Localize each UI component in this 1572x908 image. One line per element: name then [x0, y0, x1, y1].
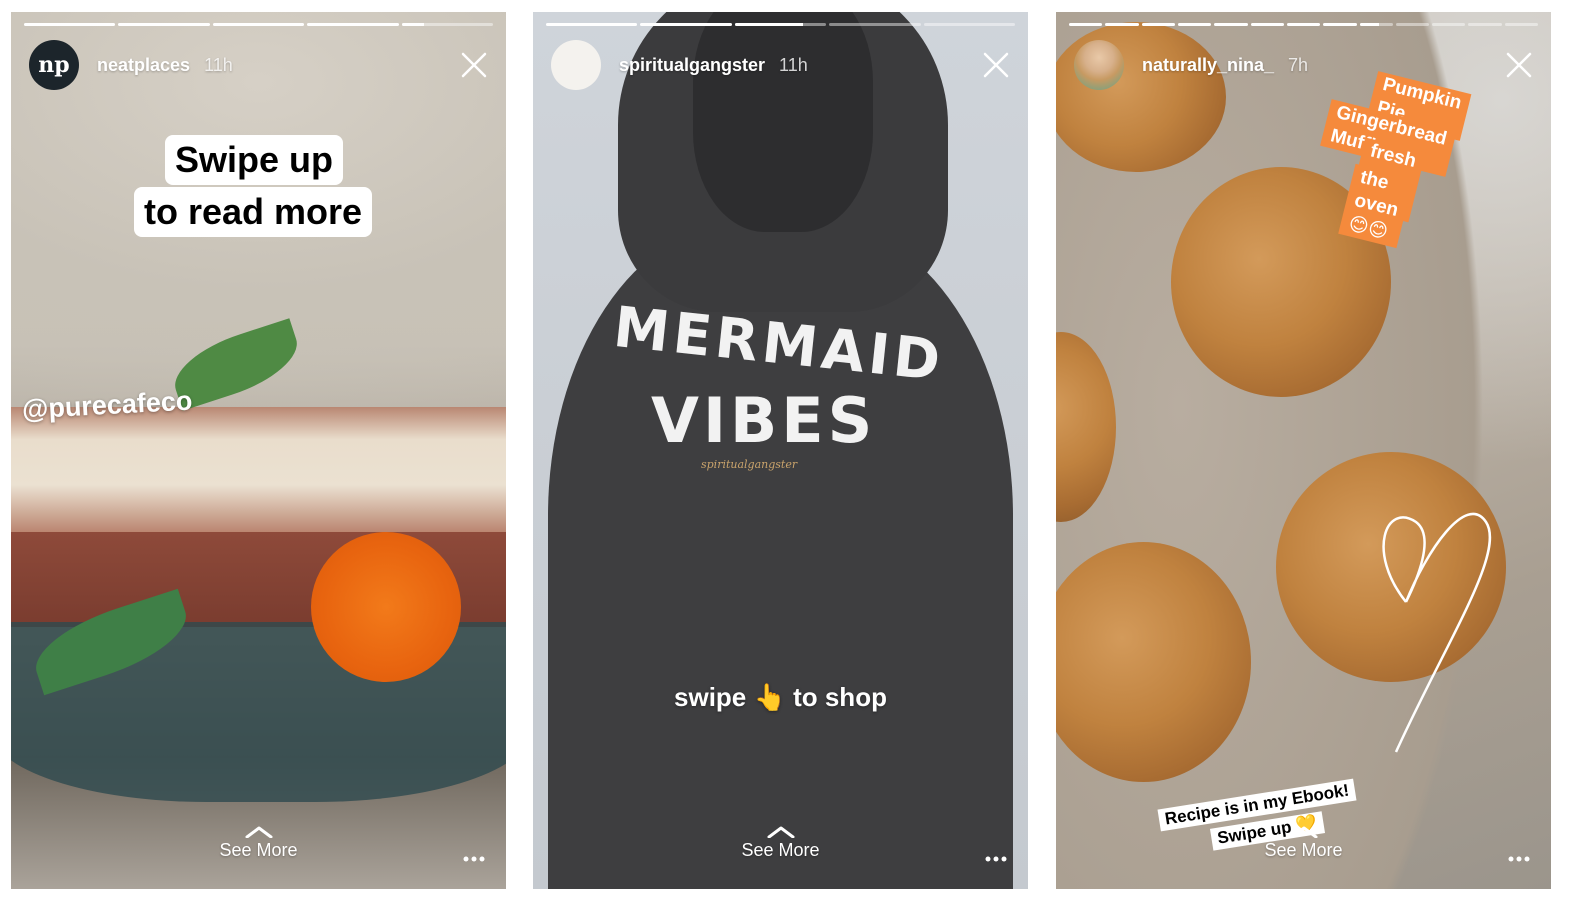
close-icon[interactable] [1503, 49, 1535, 81]
cake-image [11, 407, 506, 537]
progress-fill [401, 23, 425, 26]
progress-fill [640, 23, 732, 26]
progress-segment [1432, 23, 1466, 26]
progress-fill [1323, 23, 1357, 26]
story-card-spiritualgangster[interactable]: spiritualgangster 11h MERMAID VIBES spir… [533, 12, 1028, 889]
progress-segment [1395, 23, 1430, 26]
flower-image [311, 532, 461, 682]
progress-fill [212, 23, 305, 26]
chevron-up-icon [245, 826, 272, 838]
progress-fill [546, 23, 638, 26]
progress-segment [734, 23, 827, 26]
progress-fill [1250, 23, 1284, 26]
username[interactable]: naturally_nina_ [1142, 55, 1274, 76]
chevron-up-icon [767, 826, 794, 838]
caption-sticker-line2: to read more [134, 187, 373, 237]
see-more-label: See More [741, 840, 820, 860]
progress-fill [307, 23, 399, 26]
progress-fill [734, 23, 804, 26]
story-card-neatplaces[interactable]: np neatplaces 11h Swipe up to read more … [11, 12, 506, 889]
progress-segment [546, 23, 638, 26]
progress-segment [118, 23, 210, 26]
progress-segment [1359, 23, 1393, 26]
progress-fill [1214, 23, 1248, 26]
progress-fill [118, 23, 210, 26]
progress-fill [1141, 23, 1175, 26]
progress-fill [1359, 23, 1380, 26]
chevron-up-icon [1290, 826, 1317, 838]
avatar[interactable] [551, 40, 601, 90]
progress-fill [1286, 23, 1321, 26]
timestamp: 11h [204, 54, 233, 75]
story-header: naturally_nina_ 7h [1074, 39, 1535, 91]
see-more-button[interactable]: See More [1056, 826, 1551, 861]
progress-segment [24, 23, 116, 26]
progress-segment [401, 23, 494, 26]
signature-logo: spiritualgangster [701, 458, 798, 471]
progress-segment [1177, 23, 1212, 26]
progress-fill [1177, 23, 1212, 26]
see-more-button[interactable]: See More [533, 826, 1028, 861]
progress-segment [923, 23, 1016, 26]
story-card-naturally-nina[interactable]: naturally_nina_ 7h Pumpkin Pie Gingerbre… [1056, 12, 1551, 889]
caption-sticker-line1: Swipe up [165, 135, 344, 185]
progress-fill [24, 23, 116, 26]
see-more-button[interactable]: See More [11, 826, 506, 861]
close-icon[interactable] [458, 49, 490, 81]
more-options-icon[interactable] [984, 855, 1008, 863]
print-text-line2: VIBES [651, 384, 877, 457]
timestamp: 11h [779, 54, 808, 75]
avatar[interactable]: np [29, 40, 79, 90]
progress-segment [1214, 23, 1248, 26]
progress-segment [1069, 23, 1103, 26]
close-icon[interactable] [980, 49, 1012, 81]
progress-segment [829, 23, 921, 26]
progress-fill [1069, 23, 1103, 26]
story-progress [1069, 23, 1539, 26]
avatar[interactable] [1074, 40, 1124, 90]
progress-segment [1468, 23, 1502, 26]
see-more-label: See More [219, 840, 298, 860]
progress-segment [1141, 23, 1175, 26]
progress-fill [1105, 23, 1139, 26]
progress-segment [1105, 23, 1139, 26]
story-header: np neatplaces 11h [29, 39, 490, 91]
story-header: spiritualgangster 11h [551, 39, 1012, 91]
progress-segment [307, 23, 399, 26]
more-options-icon[interactable] [1507, 855, 1531, 863]
swipe-to-shop-caption: swipe 👆 to shop [674, 682, 887, 712]
heart-doodle [1382, 512, 1492, 753]
progress-segment [212, 23, 305, 26]
progress-segment [1504, 23, 1539, 26]
story-progress [24, 23, 494, 26]
more-options-icon[interactable] [462, 855, 486, 863]
progress-segment [1250, 23, 1284, 26]
timestamp: 7h [1288, 54, 1309, 75]
story-progress [546, 23, 1016, 26]
progress-segment [1323, 23, 1357, 26]
username[interactable]: spiritualgangster [619, 55, 765, 76]
username[interactable]: neatplaces [97, 55, 190, 76]
progress-segment [1286, 23, 1321, 26]
see-more-label: See More [1264, 840, 1343, 860]
progress-segment [640, 23, 732, 26]
